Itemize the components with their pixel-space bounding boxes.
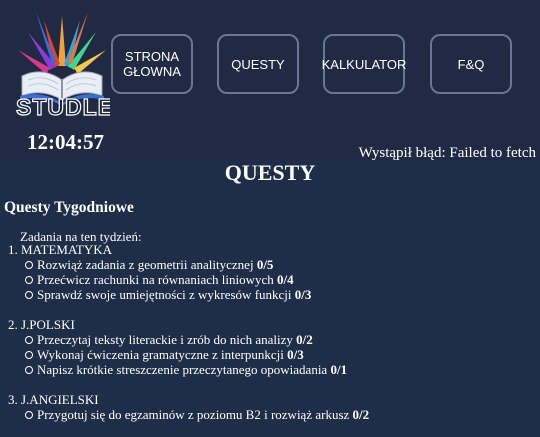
task-item: Przeczytaj teksty literackie i zrób do n… xyxy=(25,332,538,347)
task-text: Przeczytaj teksty literackie i zrób do n… xyxy=(37,332,293,347)
nav-faq-button[interactable]: F&Q xyxy=(430,34,512,94)
subject-name: 2. J.POLSKI xyxy=(8,317,75,332)
task-text: Przećwicz rachunki na równaniach liniowy… xyxy=(37,272,274,287)
task-text: Wykonaj ćwiczenia gramatyczne z interpun… xyxy=(37,347,284,362)
task-text: Rozwiąż zadania z geometrii analitycznej xyxy=(37,257,254,272)
nav-quests-label: QUESTY xyxy=(231,56,285,72)
clock: 12:04:57 xyxy=(27,130,104,154)
task-progress: 0/4 xyxy=(277,272,294,287)
task-progress: 0/1 xyxy=(330,362,348,377)
nav-faq-label: F&Q xyxy=(457,56,485,72)
subject-name: 1. MATEMATYKA xyxy=(8,242,112,257)
page-title: QUESTY xyxy=(224,160,316,185)
task-item: Sprawdź swoje umiejętności z wykresów fu… xyxy=(25,287,538,302)
task-progress: 0/2 xyxy=(352,407,370,422)
task-text: Sprawdź swoje umiejętności z wykresów fu… xyxy=(37,287,292,302)
subject-polish: 2. J.POLSKI Przeczytaj teksty literackie… xyxy=(8,317,538,377)
task-item: Wykonaj ćwiczenia gramatyczne z interpun… xyxy=(25,347,538,362)
task-item: Przećwicz rachunki na równaniach liniowy… xyxy=(25,272,538,287)
nav-home-button[interactable]: STRONA GŁOWNA xyxy=(111,34,193,94)
task-text: Napisz krótkie streszczenie przeczytaneg… xyxy=(37,362,328,377)
task-progress: 0/5 xyxy=(256,257,274,272)
task-progress: 0/2 xyxy=(296,332,313,347)
task-item: Przygotuj się do egzaminów z poziomu B2 … xyxy=(25,407,538,422)
task-progress: 0/3 xyxy=(287,347,304,362)
task-progress: 0/3 xyxy=(294,287,312,302)
nav-calculator-button[interactable]: KALKULATOR xyxy=(321,34,407,94)
task-item: Rozwiąż zadania z geometrii analitycznej… xyxy=(25,257,538,272)
header: STUDLER STRONA GŁOWNA QUESTY KALKULATOR … xyxy=(0,0,540,161)
logo-text: STUDLER xyxy=(16,94,110,121)
section-title: Questy Tygodniowe xyxy=(4,199,134,216)
task-list: 1. MATEMATYKA Rozwiąż zadania z geometri… xyxy=(8,242,538,437)
nav-quests-button[interactable]: QUESTY xyxy=(217,34,299,94)
task-item: Napisz krótkie streszczenie przeczytaneg… xyxy=(25,362,538,377)
nav-home-label: STRONA GŁOWNA xyxy=(123,49,181,79)
subject-english: 3. J.ANGIELSKI Przygotuj się do egzaminó… xyxy=(8,392,538,422)
subject-math: 1. MATEMATYKA Rozwiąż zadania z geometri… xyxy=(8,242,538,302)
nav-calculator-label: KALKULATOR xyxy=(321,56,407,72)
task-text: Przygotuj się do egzaminów z poziomu B2 … xyxy=(37,407,350,422)
